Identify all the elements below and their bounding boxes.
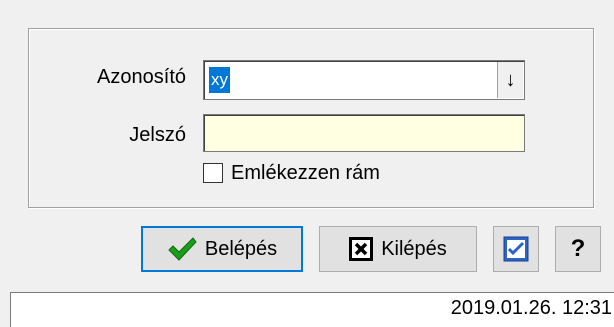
- check-box-icon: [503, 236, 529, 262]
- id-input-value[interactable]: xy: [209, 67, 230, 93]
- login-button-label: Belépés: [204, 237, 278, 260]
- remember-me-label[interactable]: Emlékezzen rám: [231, 162, 380, 185]
- remember-me-checkbox[interactable]: [203, 163, 223, 183]
- checkmark-icon: [167, 236, 197, 262]
- password-label: Jelszó: [129, 124, 186, 146]
- check-button[interactable]: [493, 226, 539, 272]
- help-button[interactable]: ?: [555, 226, 601, 272]
- id-combobox[interactable]: xy ↓: [203, 60, 525, 100]
- close-box-icon: [349, 237, 374, 261]
- exit-button[interactable]: Kilépés: [319, 226, 477, 272]
- login-button[interactable]: Belépés: [141, 226, 303, 272]
- password-input[interactable]: [203, 114, 525, 152]
- remember-me-row[interactable]: Emlékezzen rám: [203, 160, 380, 186]
- status-datetime: 2019.01.26. 12:31: [450, 297, 612, 319]
- id-label: Azonosító: [97, 66, 186, 88]
- id-dropdown-button[interactable]: ↓: [497, 62, 523, 98]
- status-bar: 2019.01.26. 12:31: [10, 292, 614, 327]
- arrow-down-icon: ↓: [505, 68, 516, 91]
- exit-button-label: Kilépés: [381, 237, 447, 260]
- help-button-label: ?: [570, 235, 586, 262]
